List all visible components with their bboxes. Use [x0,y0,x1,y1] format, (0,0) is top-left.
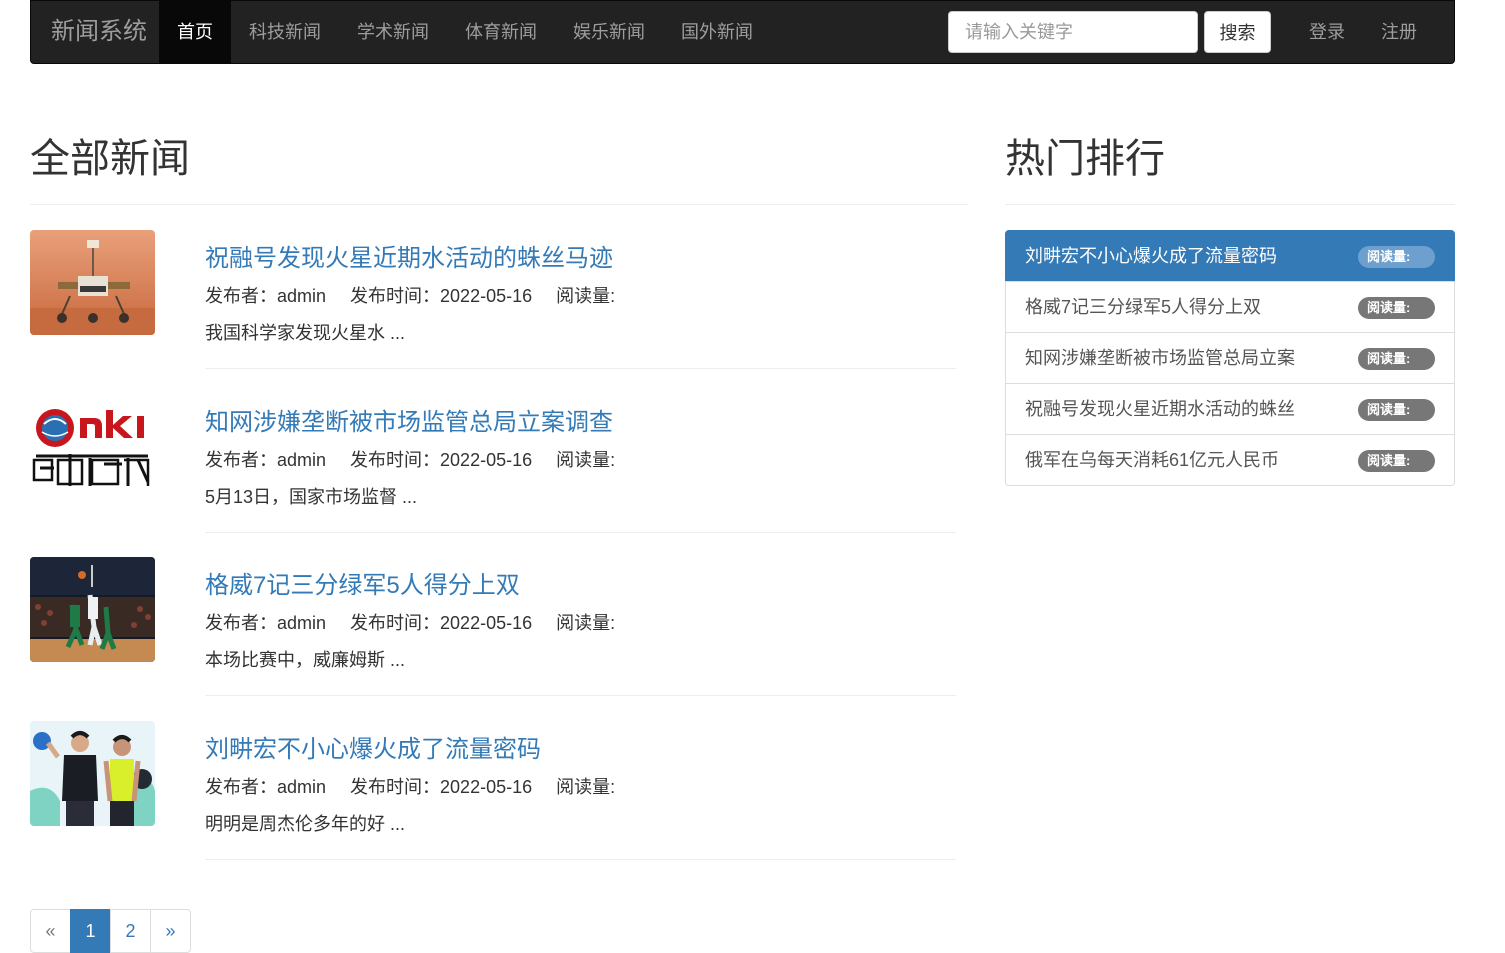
hot-item-label: 俄军在乌每天消耗61亿元人民币 [1025,450,1280,470]
news-divider [205,368,956,369]
news-title-link[interactable]: 祝融号发现火星近期水活动的蛛丝马迹 [205,238,613,273]
main-nav: 首页 科技新闻 学术新闻 体育新闻 娱乐新闻 国外新闻 [159,1,771,63]
hot-ranking-item[interactable]: 俄军在乌每天消耗61亿元人民币 阅读量: [1005,434,1455,486]
news-item: 格威7记三分绿军5人得分上双 发布者：admin 发布时间：2022-05-16 阅… [30,557,956,721]
news-meta: 发布者：admin 发布时间：2022-05-16 阅读量: [205,446,639,472]
read-count-badge: 阅读量: [1358,297,1435,319]
news-item: 知网涉嫌垄断被市场监管总局立案调查 发布者：admin 发布时间：2022-05-… [30,394,956,558]
hot-item-label: 祝融号发现火星近期水活动的蛛丝 [1025,399,1295,419]
news-divider [205,532,956,533]
news-summary: 本场比赛中，威廉姆斯 ... [205,650,406,670]
register-link[interactable]: 注册 [1363,1,1435,63]
hot-ranking-item[interactable]: 格威7记三分绿军5人得分上双 阅读量: [1005,281,1455,333]
read-count-badge: 阅读量: [1358,246,1435,268]
news-reads: 阅读量: [556,777,616,797]
cnki-logo-image[interactable] [30,394,155,499]
hot-item-label: 格威7记三分绿军5人得分上双 [1025,297,1262,317]
mars-rover-image[interactable] [30,230,155,335]
hot-ranking-list: 刘畊宏不小心爆火成了流量密码 阅读量: 格威7记三分绿军5人得分上双 阅读量: … [1005,230,1455,486]
news-reads: 阅读量: [556,613,616,633]
news-item: 刘畊宏不小心爆火成了流量密码 发布者：admin 发布时间：2022-05-16 阅… [30,721,956,885]
hot-ranking-item[interactable]: 祝融号发现火星近期水活动的蛛丝 阅读量: [1005,383,1455,435]
nav-item-tech-news[interactable]: 科技新闻 [231,1,339,63]
news-divider [205,859,956,860]
news-reads: 阅读量: [556,286,616,306]
pagination: « 1 2 » [30,909,191,953]
news-meta: 发布者：admin 发布时间：2022-05-16 阅读量: [205,773,639,799]
news-title-link[interactable]: 格威7记三分绿军5人得分上双 [205,565,520,600]
news-reads: 阅读量: [556,450,616,470]
news-time: 发布时间：2022-05-16 [350,286,533,306]
account-nav: 登录 注册 [1291,1,1435,63]
title-divider [30,204,968,205]
news-summary: 5月13日，国家市场监督 ... [205,487,418,507]
news-divider [205,695,956,696]
news-author: 发布者：admin [205,777,327,797]
news-time: 发布时间：2022-05-16 [350,613,533,633]
news-title-link[interactable]: 知网涉嫌垄断被市场监管总局立案调查 [205,402,613,437]
news-time: 发布时间：2022-05-16 [350,450,533,470]
news-meta: 发布者：admin 发布时间：2022-05-16 阅读量: [205,282,639,308]
login-link[interactable]: 登录 [1291,1,1363,63]
news-author: 发布者：admin [205,286,327,306]
nav-item-foreign-news[interactable]: 国外新闻 [663,1,771,63]
top-navbar: 新闻系统 首页 科技新闻 学术新闻 体育新闻 娱乐新闻 国外新闻 搜索 登录 注… [30,0,1455,64]
nav-item-entertainment-news[interactable]: 娱乐新闻 [555,1,663,63]
nav-item-sports-news[interactable]: 体育新闻 [447,1,555,63]
sidebar-divider [1005,204,1455,205]
news-author: 发布者：admin [205,613,327,633]
hot-ranking-title: 热门排行 [1005,137,1165,181]
brand-logo[interactable]: 新闻系统 [51,1,147,63]
search-button[interactable]: 搜索 [1204,11,1271,53]
hot-ranking-item[interactable]: 知网涉嫌垄断被市场监管总局立案 阅读量: [1005,332,1455,384]
pagination-page-1[interactable]: 1 [70,909,111,953]
read-count-badge: 阅读量: [1358,399,1435,421]
nav-item-academic-news[interactable]: 学术新闻 [339,1,447,63]
news-time: 发布时间：2022-05-16 [350,777,533,797]
hot-ranking-item[interactable]: 刘畊宏不小心爆火成了流量密码 阅读量: [1005,230,1455,282]
pagination-prev-button[interactable]: « [30,909,71,953]
news-item: 祝融号发现火星近期水活动的蛛丝马迹 发布者：admin 发布时间：2022-05-… [30,230,956,394]
pagination-page-2[interactable]: 2 [110,909,151,953]
nav-item-home[interactable]: 首页 [159,1,231,63]
hot-item-label: 知网涉嫌垄断被市场监管总局立案 [1025,348,1295,368]
search-input[interactable] [948,11,1198,53]
hot-item-label: 刘畊宏不小心爆火成了流量密码 [1025,246,1277,266]
read-count-badge: 阅读量: [1358,348,1435,370]
read-count-badge: 阅读量: [1358,450,1435,472]
news-meta: 发布者：admin 发布时间：2022-05-16 阅读量: [205,609,639,635]
news-summary: 我国科学家发现火星水 ... [205,323,406,343]
news-title-link[interactable]: 刘畊宏不小心爆火成了流量密码 [205,729,541,764]
page-title: 全部新闻 [30,137,190,181]
basketball-game-image[interactable] [30,557,155,662]
fitness-coaches-image[interactable] [30,721,155,826]
news-author: 发布者：admin [205,450,327,470]
pagination-next-button[interactable]: » [150,909,191,953]
news-summary: 明明是周杰伦多年的好 ... [205,814,406,834]
